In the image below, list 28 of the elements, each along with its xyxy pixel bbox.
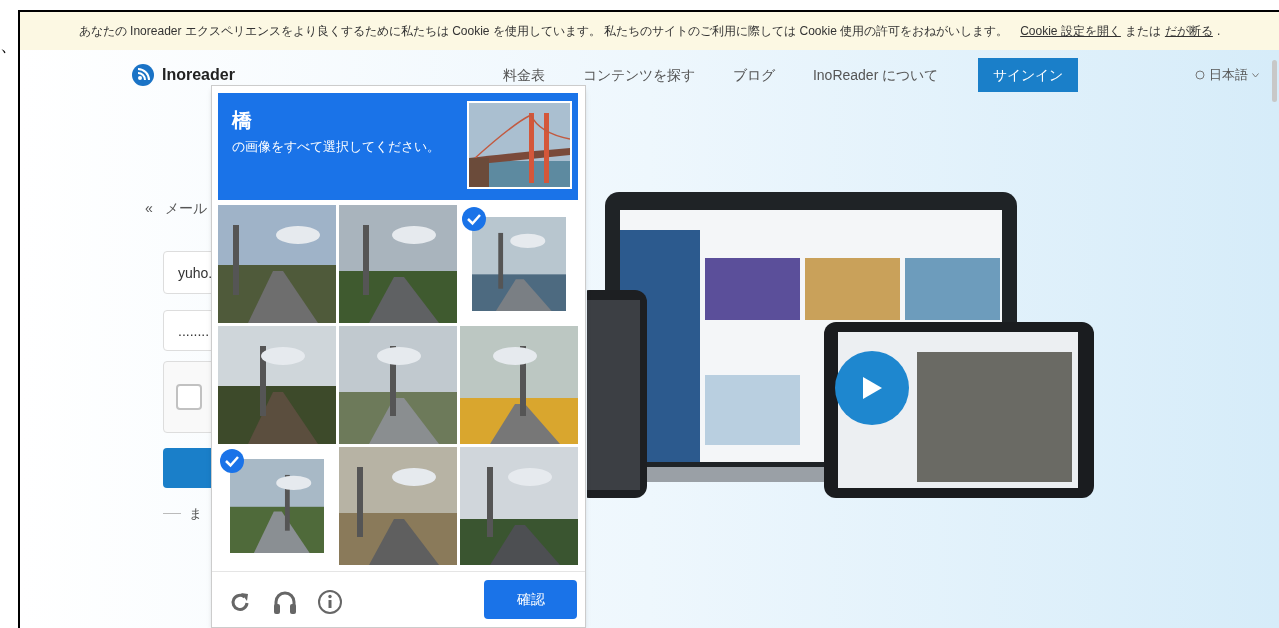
language-selector[interactable]: 日本語: [1209, 65, 1248, 85]
scrollbar[interactable]: [1272, 60, 1277, 102]
verify-button[interactable]: 確認: [484, 580, 577, 619]
globe-icon: [1195, 70, 1205, 80]
signin-button[interactable]: サインイン: [978, 58, 1079, 92]
nav-link[interactable]: InoReader について: [812, 64, 939, 86]
cookie-settings-link[interactable]: Cookie 設定を開く: [1020, 22, 1121, 40]
cookie-message: あなたの Inoreader エクスペリエンスをより良くするために私たちは Cookie を使用しています。 私たちのサイトのご利用に際しては Cookie 使用の許可をおねがいします。: [78, 23, 1009, 40]
play-icon: [861, 376, 883, 400]
login-heading: メール: [164, 199, 207, 218]
captcha-instruction: の画像をすべて選択してください。: [232, 138, 441, 156]
captcha-checkbox[interactable]: [176, 384, 202, 410]
cookie-period: .: [1216, 23, 1221, 40]
cookie-decline-link[interactable]: だが断る: [1164, 22, 1213, 40]
logo-text[interactable]: Inoreader: [162, 63, 235, 87]
or-divider-text: ま: [189, 505, 202, 523]
nav-link[interactable]: 料金表: [502, 64, 545, 86]
chevron-down-icon: [1252, 72, 1259, 78]
headphones-icon[interactable]: [273, 589, 297, 615]
info-icon[interactable]: [317, 589, 343, 615]
back-icon[interactable]: «: [145, 198, 153, 219]
captcha-target-word: 橋: [232, 108, 253, 133]
stray-mark: 、: [0, 36, 18, 54]
reload-icon[interactable]: [229, 591, 251, 613]
nav-link[interactable]: ブログ: [732, 64, 775, 86]
cookie-or-text: または: [1124, 23, 1161, 40]
nav-link[interactable]: コンテンツを探す: [582, 64, 695, 86]
logo-icon: [132, 64, 154, 86]
